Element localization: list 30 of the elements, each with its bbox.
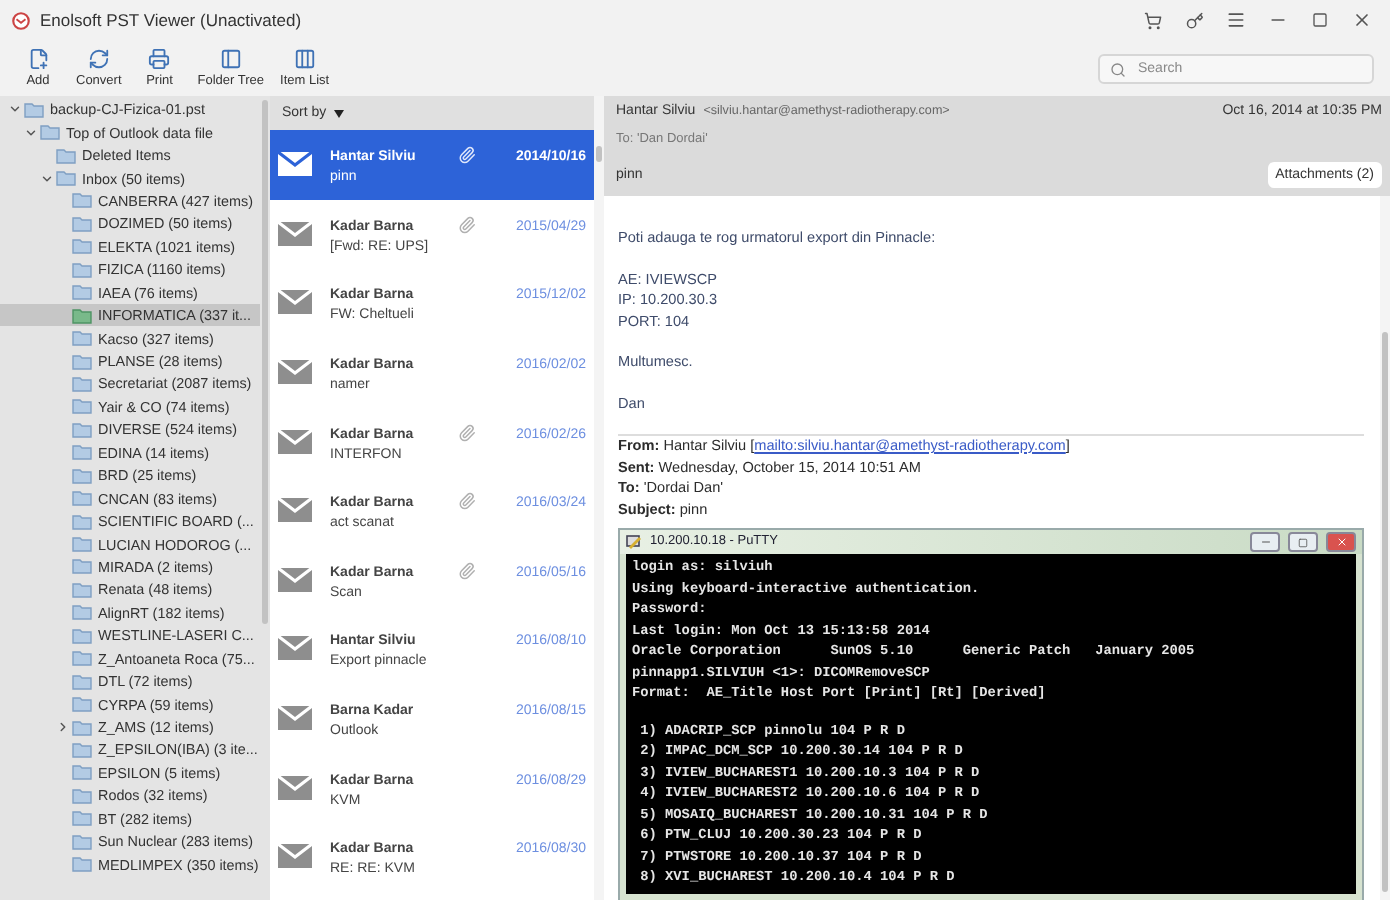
scrollbar[interactable]: [1380, 196, 1390, 900]
add-file-icon: [27, 48, 49, 70]
chevron-down-icon[interactable]: [40, 171, 54, 186]
envelope-icon: [278, 636, 312, 661]
envelope-icon: [278, 706, 312, 731]
envelope-icon: [278, 498, 312, 523]
window-title: Enolsoft PST Viewer (Unactivated): [40, 10, 304, 30]
envelope-icon: [278, 290, 312, 315]
envelope-icon: [278, 567, 312, 592]
columns-icon: [293, 48, 316, 70]
chevron-down-icon[interactable]: [8, 102, 22, 117]
envelope-icon: [278, 775, 312, 800]
envelope-icon: [278, 221, 312, 246]
chevron-right-icon[interactable]: [56, 720, 70, 735]
app-logo-icon: [12, 11, 30, 29]
terminal-app-icon: [626, 534, 642, 550]
close-icon: [1326, 532, 1356, 552]
envelope-icon: [278, 360, 312, 385]
chevron-down-icon[interactable]: [24, 125, 38, 140]
envelope-icon: [278, 429, 312, 454]
minimize-icon: [1250, 532, 1280, 552]
search-icon: [1110, 61, 1126, 77]
panel-icon: [219, 48, 242, 70]
refresh-icon: [87, 48, 110, 70]
scrollbar[interactable]: [260, 96, 270, 900]
dropdown-caret-icon: [334, 109, 345, 117]
envelope-icon: [278, 152, 312, 177]
envelope-icon: [278, 844, 312, 869]
printer-icon: [148, 48, 171, 70]
maximize-icon: [1288, 532, 1318, 552]
